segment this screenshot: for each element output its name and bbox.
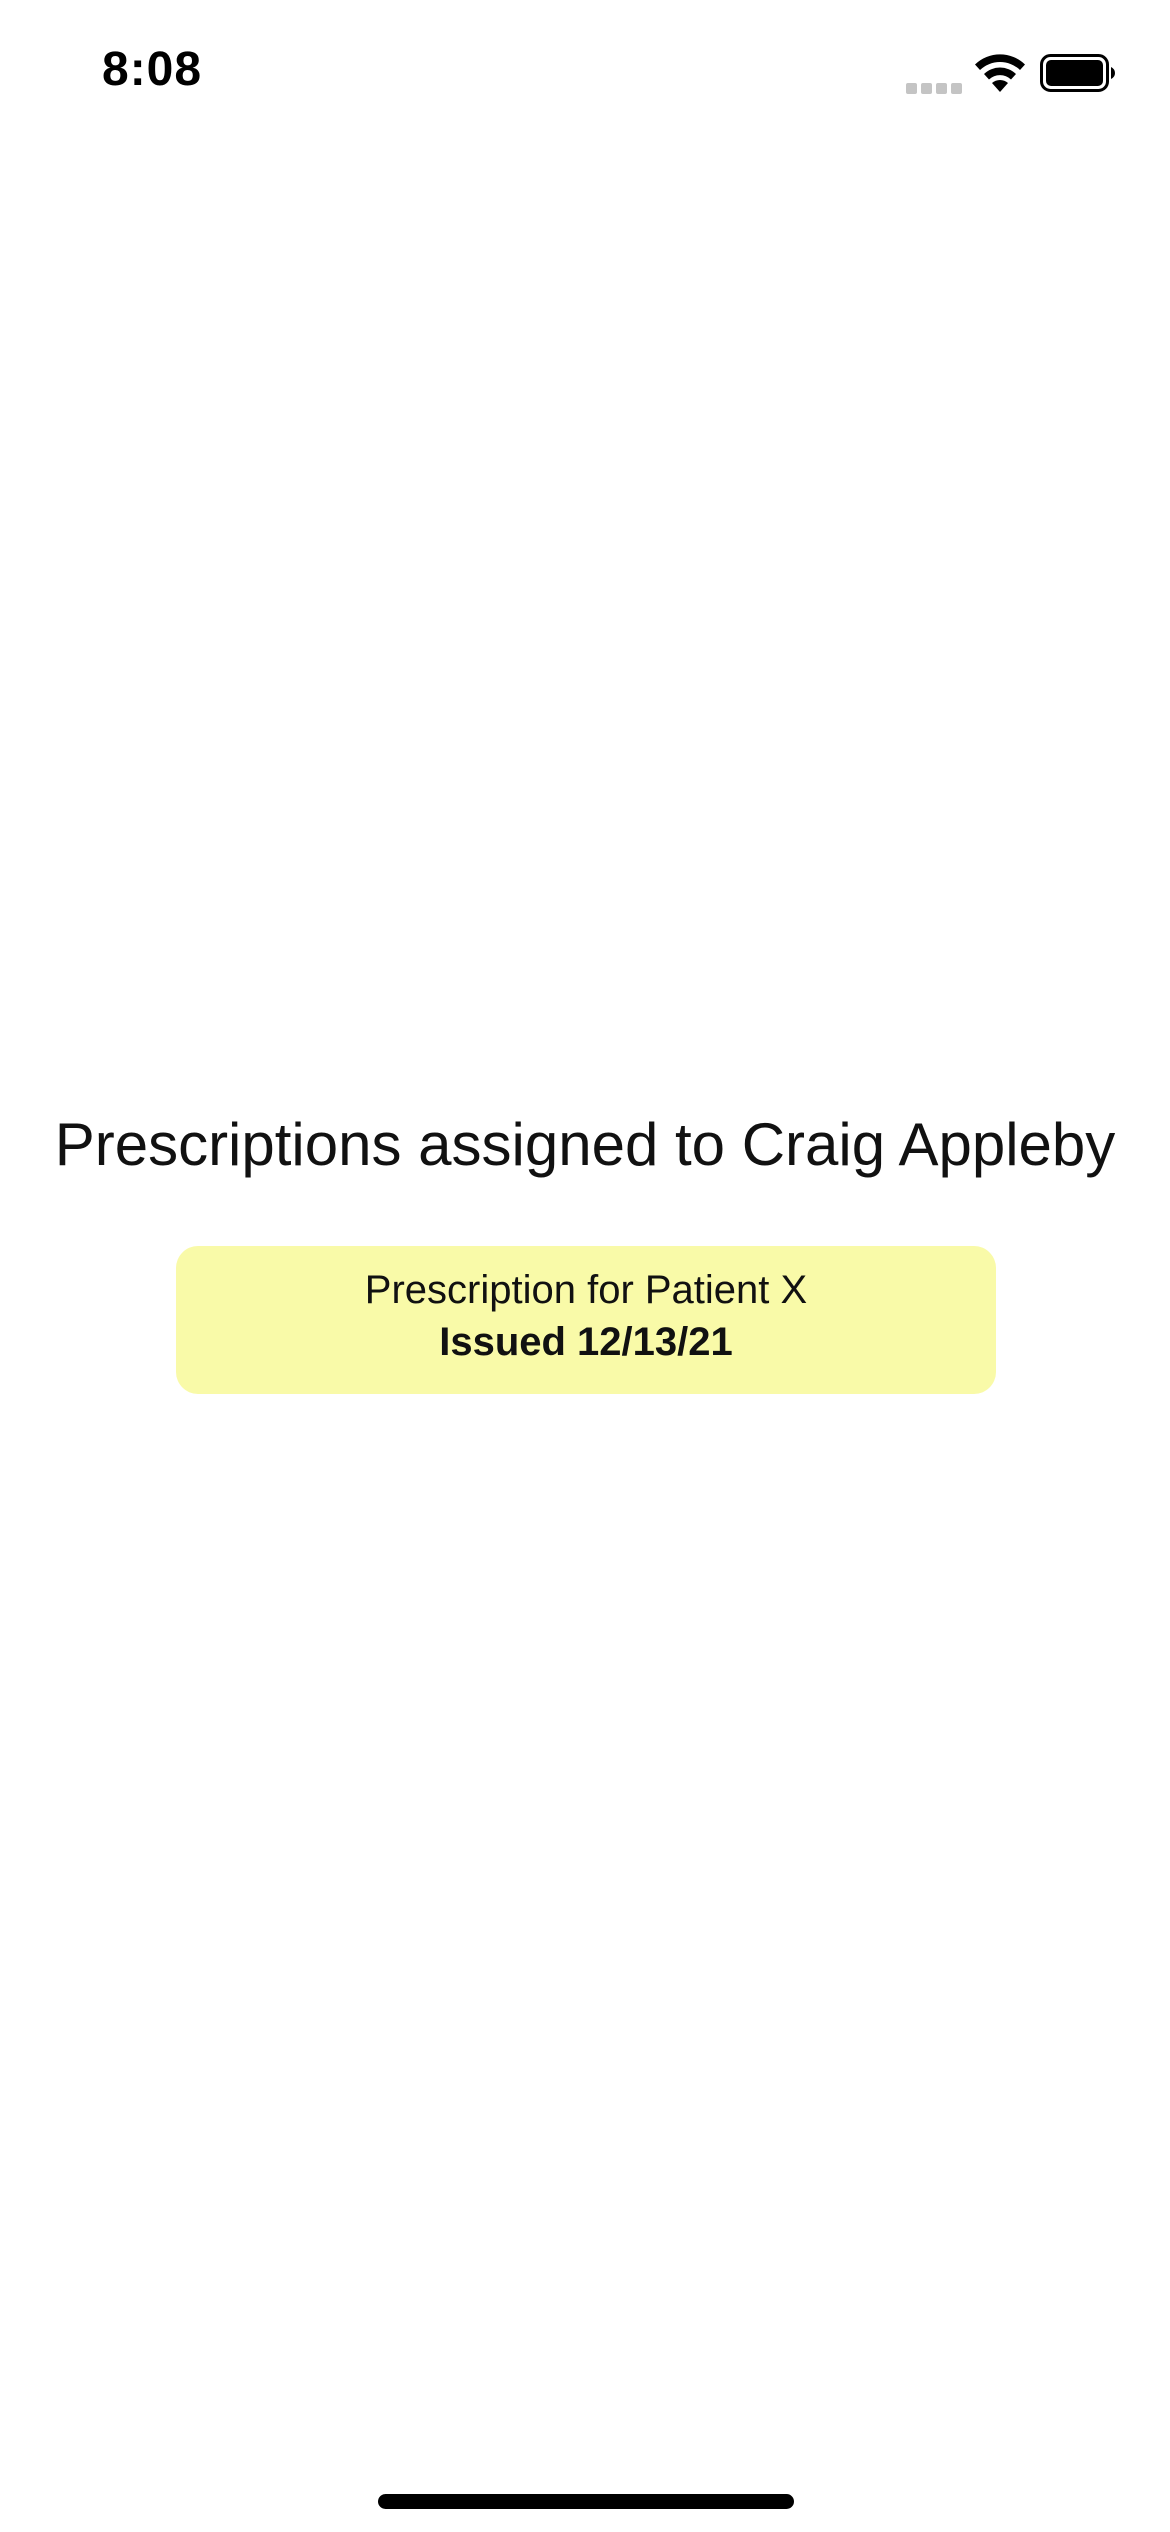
battery-icon xyxy=(1040,54,1115,92)
wifi-icon xyxy=(975,54,1025,92)
cellular-signal-icon xyxy=(906,80,962,94)
status-bar: 8:08 xyxy=(0,0,1170,150)
status-time: 8:08 xyxy=(102,43,203,96)
prescription-title: Prescription for Patient X xyxy=(364,1268,808,1312)
prescription-card[interactable]: Prescription for Patient X Issued 12/13/… xyxy=(176,1246,996,1394)
prescription-issued-date: Issued 12/13/21 xyxy=(439,1320,733,1364)
home-indicator[interactable] xyxy=(378,2494,794,2509)
page-title: Prescriptions assigned to Craig Appleby xyxy=(54,1111,1116,1178)
